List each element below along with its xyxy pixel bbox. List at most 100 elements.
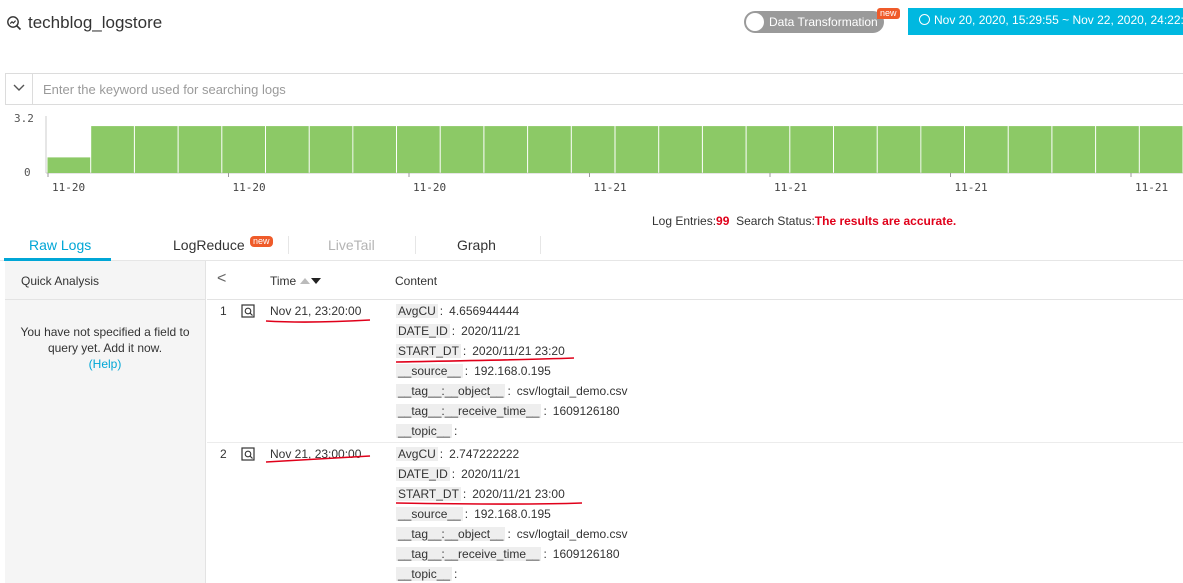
quick-analysis-title: Quick Analysis — [21, 274, 100, 288]
field-key[interactable]: DATE_ID — [396, 467, 450, 481]
log-row: 2 Nov 21, 23:00:00 AvgCU:2.747222222 DAT… — [207, 443, 1183, 583]
histogram-bar[interactable] — [877, 126, 921, 173]
field-key[interactable]: __topic__ — [396, 567, 453, 581]
histogram-chart[interactable]: 11-20 11-20 11-20 11-21 11-21 11-21 11-21 — [0, 108, 1183, 208]
field-key[interactable]: __source__ — [396, 507, 463, 521]
field-value[interactable]: 2.747222222 — [449, 447, 519, 461]
field-value[interactable]: 1609126180 — [553, 547, 620, 561]
field-value[interactable]: 192.168.0.195 — [474, 364, 551, 378]
field-value[interactable]: 2020/11/21 23:20 — [472, 344, 565, 358]
data-transformation-toggle[interactable]: Data Transformation — [744, 11, 884, 33]
histogram-bar[interactable] — [91, 126, 134, 173]
field-key[interactable]: __tag__:__receive_time__ — [396, 404, 542, 418]
collapse-panel-button[interactable]: < — [217, 270, 226, 288]
log-field: __topic__: — [396, 567, 458, 581]
time-column-header[interactable]: Time — [270, 274, 322, 288]
field-value[interactable]: 2020/11/21 23:00 — [472, 487, 565, 501]
time-range-button[interactable]: Nov 20, 2020, 15:29:55 ~ Nov 22, 2020, 2… — [908, 8, 1183, 35]
field-key[interactable]: __tag__:__object__ — [396, 527, 506, 541]
histogram-bar[interactable] — [440, 126, 484, 173]
log-field: __tag__:__object__: csv/logtail_demo.csv — [396, 527, 628, 541]
histogram-bar[interactable] — [746, 126, 790, 173]
histogram-bar[interactable] — [1008, 126, 1052, 173]
histogram-bar[interactable] — [921, 126, 964, 173]
search-status-value: The results are accurate. — [814, 214, 957, 228]
log-field: START_DT:2020/11/21 23:20 — [396, 344, 565, 358]
search-bar — [5, 73, 1183, 105]
histogram-bar[interactable] — [1096, 126, 1139, 173]
search-input[interactable] — [36, 74, 1176, 104]
clock-icon — [919, 14, 930, 25]
field-key[interactable]: __source__ — [396, 364, 463, 378]
histogram-bar[interactable] — [266, 126, 309, 173]
field-value[interactable]: csv/logtail_demo.csv — [517, 527, 628, 541]
toggle-label: Data Transformation — [769, 15, 878, 29]
field-value[interactable]: 4.656944444 — [449, 304, 519, 318]
x-tick-label: 11-21 — [594, 181, 627, 194]
field-value[interactable]: 1609126180 — [553, 404, 620, 418]
quick-analysis-text: You have not specified a field to query … — [20, 325, 190, 355]
sort-descending-icon[interactable] — [311, 278, 322, 284]
field-value[interactable]: 2020/11/21 — [461, 324, 520, 338]
search-expand-button[interactable] — [6, 74, 33, 104]
field-value[interactable]: csv/logtail_demo.csv — [517, 384, 628, 398]
histogram-bar[interactable] — [353, 126, 396, 173]
field-value[interactable]: 192.168.0.195 — [474, 507, 551, 521]
field-key[interactable]: START_DT — [396, 344, 461, 358]
log-field: __tag__:__object__: csv/logtail_demo.csv — [396, 384, 628, 398]
chevron-down-icon — [13, 84, 25, 91]
tab-divider — [288, 236, 289, 254]
histogram-bar[interactable] — [790, 126, 833, 173]
tab-graph[interactable]: Graph — [457, 237, 496, 253]
histogram-bar[interactable] — [222, 126, 265, 173]
histogram-bar[interactable] — [834, 126, 877, 173]
log-field: __topic__: — [396, 424, 458, 438]
log-histogram: 3.2 0 11-20 11-20 11-20 11-21 11-21 11-21 11-2… — [0, 108, 1183, 208]
histogram-bar[interactable] — [571, 126, 615, 173]
histogram-bar[interactable] — [134, 126, 178, 173]
tab-logreduce[interactable]: LogReduce — [173, 237, 245, 253]
histogram-bar[interactable] — [659, 126, 702, 173]
tab-divider — [415, 236, 416, 254]
histogram-bar[interactable] — [309, 126, 353, 173]
log-context-icon[interactable] — [241, 304, 256, 319]
field-key[interactable]: AvgCU — [396, 304, 438, 318]
search-status-label: Search Status: — [736, 214, 815, 228]
log-fields: AvgCU:2.747222222 DATE_ID:2020/11/21 STA… — [396, 445, 628, 583]
histogram-bar[interactable] — [528, 126, 571, 173]
header: techblog_logstore Data Transformation ne… — [0, 0, 1183, 46]
tab-raw-logs[interactable]: Raw Logs — [29, 237, 91, 253]
field-key[interactable]: DATE_ID — [396, 324, 450, 338]
field-key[interactable]: AvgCU — [396, 447, 438, 461]
logstore-search-icon — [7, 16, 22, 31]
histogram-bar[interactable] — [1052, 126, 1096, 173]
logreduce-new-badge: new — [250, 236, 273, 247]
histogram-bar[interactable] — [965, 126, 1008, 173]
help-link[interactable]: (Help) — [89, 357, 122, 371]
log-context-icon[interactable] — [241, 447, 256, 462]
log-field: DATE_ID:2020/11/21 — [396, 467, 521, 481]
histogram-bar[interactable] — [615, 126, 659, 173]
field-key[interactable]: __topic__ — [396, 424, 453, 438]
x-tick-label: 11-21 — [774, 181, 807, 194]
time-header-label: Time — [270, 274, 297, 288]
results-header: < Time Content — [207, 261, 1183, 300]
log-fields: AvgCU:4.656944444 DATE_ID:2020/11/21 STA… — [396, 302, 628, 442]
field-value[interactable]: 2020/11/21 — [461, 467, 520, 481]
log-row: 1 Nov 21, 23:20:00 AvgCU:4.656944444 DAT… — [207, 300, 1183, 442]
log-field: __tag__:__receive_time__:1609126180 — [396, 547, 620, 561]
histogram-bar[interactable] — [702, 126, 746, 173]
x-tick-label: 11-20 — [413, 181, 446, 194]
tab-livetail[interactable]: LiveTail — [328, 237, 375, 253]
histogram-bar[interactable] — [484, 126, 528, 173]
field-key[interactable]: __tag__:__object__ — [396, 384, 506, 398]
sort-ascending-icon[interactable] — [300, 278, 311, 284]
tab-divider — [540, 236, 541, 254]
histogram-bar[interactable] — [47, 157, 91, 173]
field-key[interactable]: START_DT — [396, 487, 461, 501]
histogram-bar[interactable] — [178, 126, 222, 173]
x-tick-label: 11-21 — [1135, 181, 1168, 194]
field-key[interactable]: __tag__:__receive_time__ — [396, 547, 542, 561]
histogram-bar[interactable] — [397, 126, 440, 173]
histogram-bar[interactable] — [1139, 126, 1183, 173]
